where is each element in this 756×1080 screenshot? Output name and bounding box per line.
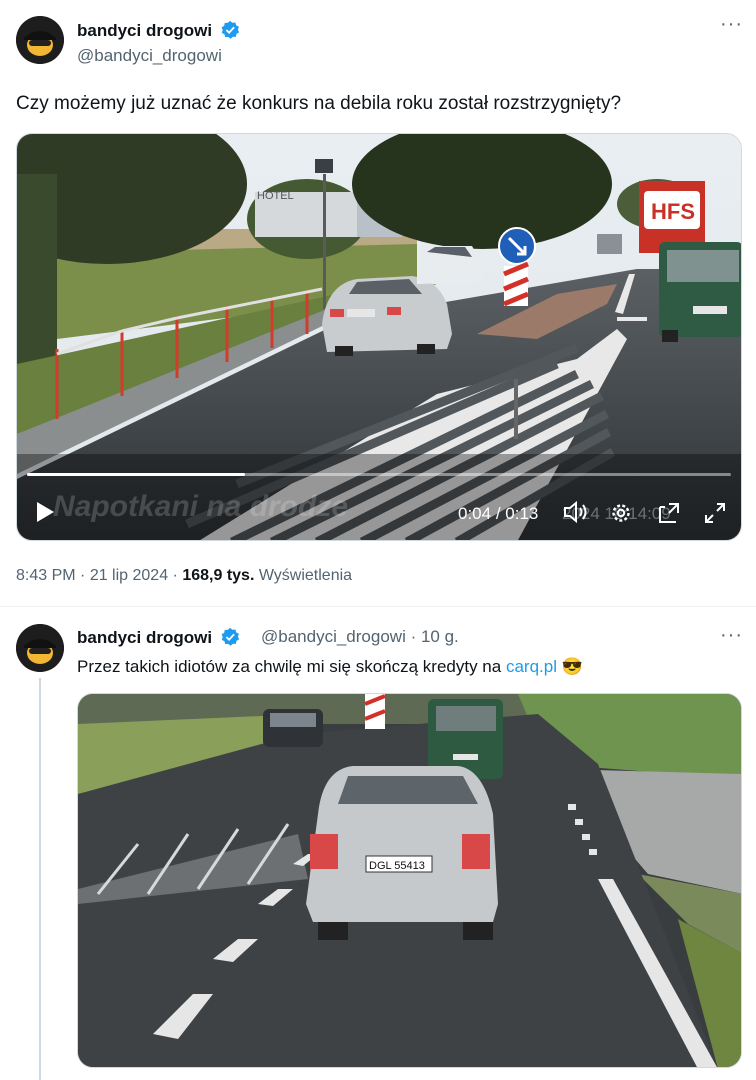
reply-author-name-text[interactable]: bandyci drogowi — [77, 628, 212, 647]
reply-age[interactable]: · 10 g. — [411, 627, 459, 646]
author-name[interactable]: bandyci drogowi — [77, 20, 240, 41]
reply-photo[interactable]: DGL 55413 — [77, 693, 742, 1068]
truck-logo: HFS — [651, 199, 695, 224]
thread-line — [39, 678, 41, 1080]
volume-icon[interactable] — [563, 500, 589, 528]
tweet-time[interactable]: 8:43 PM — [16, 567, 76, 584]
reply-text-body: Przez takich idiotów za chwilę mi się sk… — [77, 657, 506, 676]
views-count: 168,9 tys. — [182, 567, 255, 584]
meta-separator: · — [75, 567, 90, 584]
video-duration: 0:13 — [505, 504, 539, 523]
reply-photo-image: DGL 55413 — [78, 694, 741, 1067]
video-player[interactable]: HOTEL HFS Napotkani na drodze 2024 18:14… — [16, 133, 742, 541]
verified-badge-icon — [220, 20, 240, 40]
reply-author-name[interactable]: bandyci drogowi — [77, 627, 240, 648]
video-time-separator: / — [491, 504, 506, 523]
more-options-icon[interactable]: ··· — [720, 14, 743, 34]
tweet-meta: 8:43 PM · 21 lip 2024 · 168,9 tys. Wyświ… — [16, 567, 352, 585]
sunglasses-emoji: 😎 — [561, 657, 583, 676]
license-plate: DGL 55413 — [369, 860, 425, 872]
author-handle[interactable]: @bandyci_drogowi — [77, 46, 222, 66]
fullscreen-icon[interactable] — [703, 501, 727, 530]
reply-text: Przez takich idiotów za chwilę mi się sk… — [77, 654, 583, 680]
author-avatar[interactable] — [16, 16, 64, 64]
reply-link[interactable]: carq.pl — [506, 657, 557, 676]
pip-icon[interactable] — [657, 501, 681, 530]
author-name-text[interactable]: bandyci drogowi — [77, 21, 212, 40]
reply-handle-and-age: @bandyci_drogowi · 10 g. — [261, 627, 459, 647]
meta-separator: · — [168, 567, 183, 584]
views-label: Wyświetlenia — [254, 567, 353, 584]
reply-author-handle[interactable]: @bandyci_drogowi — [261, 627, 406, 646]
play-icon[interactable] — [35, 501, 55, 528]
settings-icon[interactable] — [609, 501, 633, 530]
reply-more-options-icon[interactable]: ··· — [720, 625, 743, 645]
tweet-text: Czy możemy już uznać że konkurs na debil… — [16, 93, 622, 114]
video-current-time: 0:04 — [458, 504, 492, 523]
video-progress-fill — [27, 473, 246, 476]
reply-author-avatar[interactable] — [16, 624, 64, 672]
tweet-date[interactable]: 21 lip 2024 — [90, 567, 168, 584]
hotel-sign: HOTEL — [257, 190, 294, 202]
video-watermark: Napotkani na drodze — [53, 490, 349, 523]
video-frame: HOTEL HFS — [17, 134, 741, 540]
divider — [0, 606, 756, 607]
video-progress-bar[interactable] — [27, 473, 731, 476]
video-time: 0:04 / 0:13 — [458, 504, 538, 524]
verified-badge-icon — [220, 627, 240, 647]
